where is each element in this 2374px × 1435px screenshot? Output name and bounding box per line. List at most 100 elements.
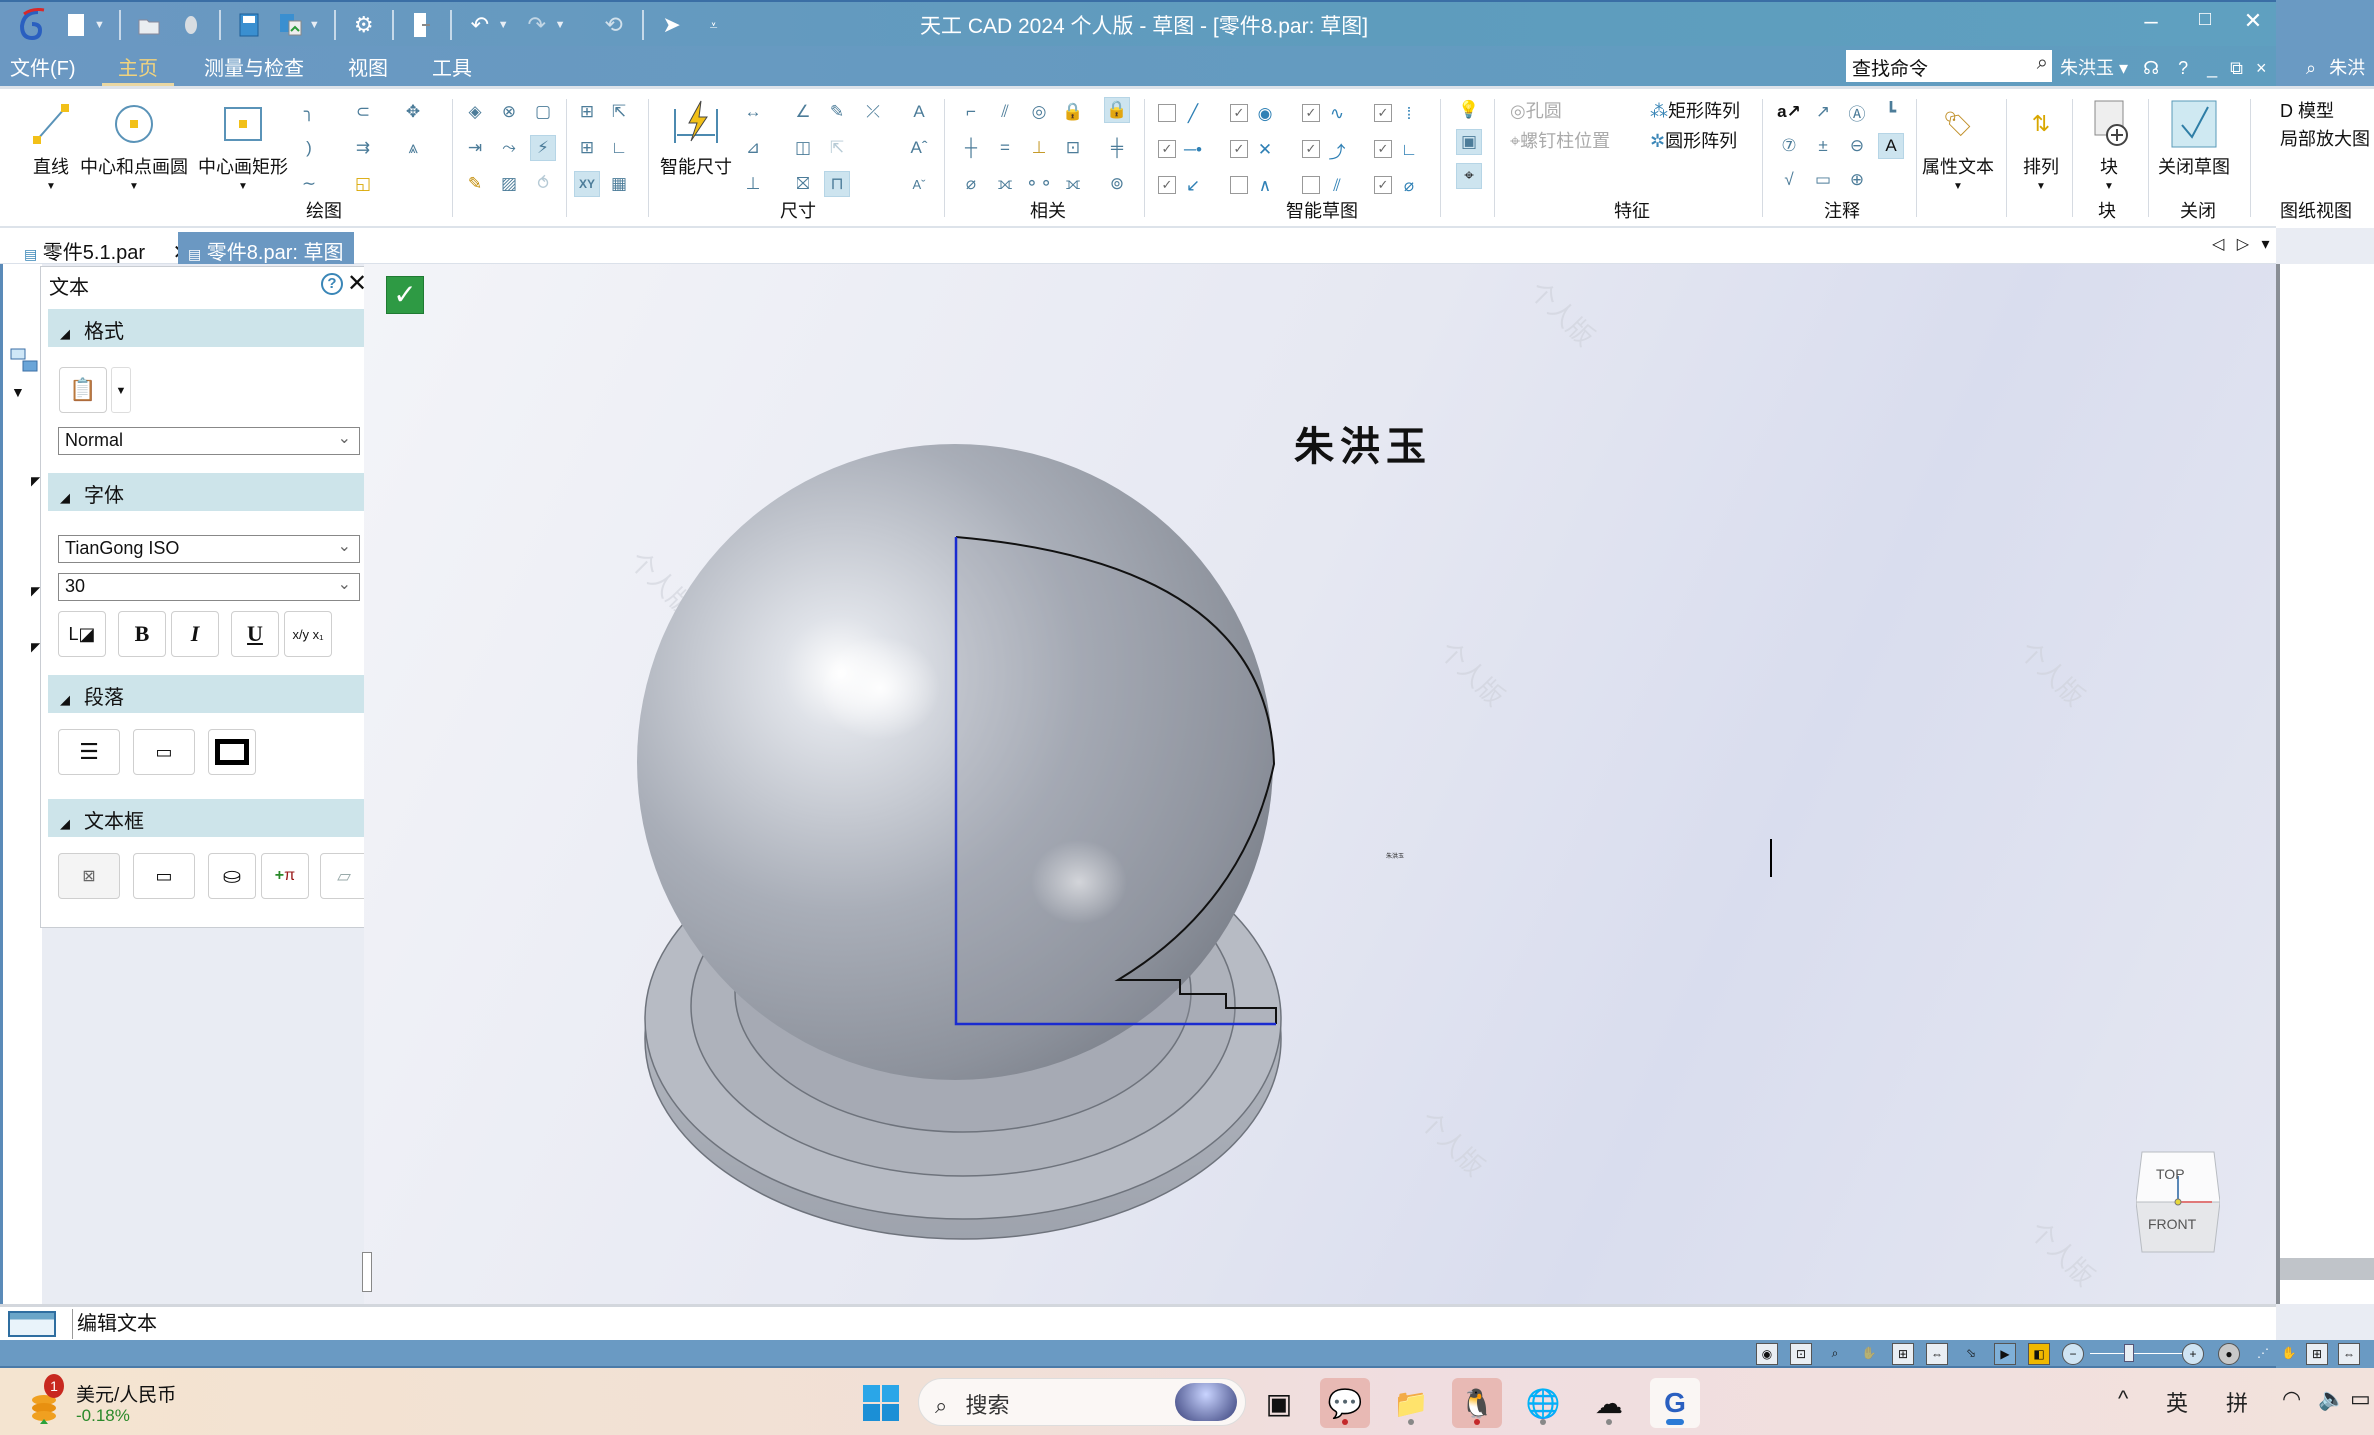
hole-circle-button[interactable]: ◎孔圆 <box>1510 97 1562 123</box>
smart-sketch-perpendicular-checkbox[interactable]: ✓ <box>1374 140 1392 158</box>
circle-dropdown[interactable]: ▼ <box>129 181 139 192</box>
smart-sketch-intersection-checkbox[interactable]: ✓ <box>1230 140 1248 158</box>
style-button[interactable]: 📋 <box>59 367 107 413</box>
volume-icon[interactable]: 🔈 <box>2318 1386 2345 1412</box>
rigid-set-icon[interactable]: ⊡ <box>1060 135 1086 161</box>
view-cube-front-label[interactable]: FRONT <box>2148 1216 2196 1232</box>
decrease-text-icon[interactable]: Aˇ <box>906 171 932 197</box>
fit-view-icon[interactable]: ⊞ <box>1892 1343 1914 1365</box>
split-icon[interactable]: ⤳ <box>496 135 522 161</box>
datum-icon[interactable]: Ⓐ <box>1844 99 1870 125</box>
input-method-button[interactable]: 拼 <box>2226 1386 2248 1418</box>
border-button[interactable] <box>208 729 256 775</box>
dimension-select-icon[interactable]: ⇱ <box>824 135 850 161</box>
tree-expand-icon[interactable]: ◤ <box>31 640 40 654</box>
redo-dropdown[interactable]: ▼ <box>555 19 566 31</box>
block-button[interactable]: 块 ▼ <box>2080 95 2138 192</box>
smart-dimension-button[interactable]: 智能尺寸 <box>660 95 732 179</box>
grid-cursor-icon[interactable]: ⊞ <box>574 135 600 161</box>
center-point-circle-button[interactable]: 中心和点画圆 ▼ <box>80 95 188 192</box>
pan-icon[interactable]: ✋ <box>1858 1343 1880 1365</box>
view-cube-top-label[interactable]: TOP <box>2156 1166 2185 1182</box>
input-language-button[interactable]: 英 <box>2166 1386 2188 1418</box>
battery-icon[interactable]: ▭ <box>2350 1386 2371 1412</box>
arrange-dropdown[interactable]: ▼ <box>2036 181 2046 192</box>
save-icon[interactable] <box>235 11 263 39</box>
smart-sketch-midpoint-checkbox[interactable]: ✓ <box>1374 104 1392 122</box>
font-size-select[interactable]: 30 ⌄ <box>58 573 360 601</box>
surface-texture-icon[interactable]: √ <box>1776 167 1802 193</box>
search-icon[interactable]: ⌕ <box>2306 58 2316 78</box>
text-box-icon[interactable]: A <box>1878 133 1904 159</box>
taskbar-app-wechat[interactable]: 💬 <box>1320 1378 1370 1428</box>
save-as-icon[interactable] <box>277 11 305 39</box>
point-select-icon[interactable]: ⇱ <box>606 99 632 125</box>
tree-expand-icon[interactable]: ◤ <box>31 584 40 598</box>
smart-sketch-apex-checkbox[interactable] <box>1230 176 1248 194</box>
style-dropdown[interactable]: ▼ <box>111 367 131 413</box>
dimension-group-icon[interactable]: ⊓ <box>824 171 850 197</box>
detail-view-button[interactable]: 局部放大图 <box>2280 125 2370 151</box>
view-options-icon[interactable]: ● <box>2218 1343 2240 1365</box>
pan-icon[interactable]: ✋ <box>2278 1343 2300 1365</box>
relation-handle-icon[interactable]: ╪ <box>1104 135 1130 161</box>
menu-view[interactable]: 视图 <box>348 52 388 81</box>
insert-symbol-button[interactable]: +π <box>261 853 309 899</box>
undo-dropdown[interactable]: ▼ <box>498 19 509 31</box>
open-file-icon[interactable] <box>135 11 163 39</box>
minimize-button[interactable]: – <box>2134 8 2168 36</box>
arc-icon[interactable]: ⊂ <box>350 99 376 125</box>
mirror-icon[interactable]: ⩓ <box>400 135 426 161</box>
close-button[interactable]: ✕ <box>2236 8 2270 34</box>
tree-expand-icon[interactable]: ◤ <box>31 474 40 488</box>
smart-sketch-endpoint-checkbox[interactable] <box>1158 104 1176 122</box>
view-cube[interactable]: TOP FRONT <box>2135 1148 2221 1258</box>
connector-icon[interactable]: ┗ <box>1878 99 1904 125</box>
textbox-frame-button[interactable]: ▭ <box>133 853 195 899</box>
angle-dimension-icon[interactable]: ∠ <box>790 99 816 125</box>
line-button[interactable]: 直线 ▼ <box>22 95 80 192</box>
layer-icon[interactable]: ◧ <box>2028 1343 2050 1365</box>
leader-icon[interactable]: ↗ <box>1810 99 1836 125</box>
fill-button[interactable]: ⛀ <box>208 853 256 899</box>
italic-button[interactable]: I <box>171 611 219 657</box>
symmetric-dimension-icon[interactable]: ◫ <box>790 135 816 161</box>
rectangular-pattern-button[interactable]: ⁂矩形阵列 <box>1650 97 1740 123</box>
section-paragraph[interactable]: ◢ 段落 <box>48 675 370 713</box>
line-dropdown[interactable]: ▼ <box>46 181 56 192</box>
recent-icon[interactable] <box>177 11 205 39</box>
center-rectangle-button[interactable]: 中心画矩形 ▼ <box>198 95 288 192</box>
zoom-area-icon[interactable]: ⊡ <box>1790 1343 1812 1365</box>
smart-sketch-tangent-checkbox[interactable]: ✓ <box>1302 140 1320 158</box>
taskbar-app-qq[interactable]: 🐧 <box>1452 1378 1502 1428</box>
menu-file[interactable]: 文件(F) <box>10 52 76 81</box>
bullet-list-button[interactable]: ☰ <box>58 729 120 775</box>
angle-chain-icon[interactable]: ⛝ <box>790 171 816 197</box>
tab-next-button[interactable]: ▷ <box>2237 236 2249 253</box>
taskbar-app-tiangong-cad[interactable]: G <box>1650 1378 1700 1428</box>
panel-scrollbar[interactable] <box>362 1252 372 1292</box>
save-dropdown[interactable]: ▼ <box>309 19 320 31</box>
tray-overflow-button[interactable]: ^ <box>2118 1386 2128 1412</box>
wrap-icon[interactable]: ⥀ <box>530 171 556 197</box>
balloon-icon[interactable]: ⑦ <box>1776 133 1802 159</box>
grid-select-icon[interactable]: ⊞ <box>574 99 600 125</box>
taskbar-search[interactable]: ⌕ 搜索 <box>918 1378 1246 1426</box>
fit-width-icon[interactable]: ⇔ <box>1926 1343 1948 1365</box>
zoom-slider-thumb[interactable] <box>2124 1344 2134 1362</box>
extend-icon[interactable]: ⇥ <box>462 135 488 161</box>
concentric-icon[interactable]: ◎ <box>1026 99 1052 125</box>
chain-dimension-icon[interactable]: ⊥ <box>740 171 766 197</box>
section-font[interactable]: ◢ 字体 <box>48 473 370 511</box>
repeat-icon[interactable]: ⟲ <box>600 11 628 39</box>
currency-widget[interactable]: 1 <box>28 1374 68 1428</box>
screw-boss-button[interactable]: ⌖螺钉柱位置 <box>1510 127 1610 153</box>
exit-icon[interactable] <box>408 11 436 39</box>
arrange-button[interactable]: ⇅ 排列 ▼ <box>2012 95 2070 192</box>
xy-coordinate-icon[interactable]: XY <box>574 171 600 197</box>
search-icon[interactable]: ⌕ <box>2037 52 2048 75</box>
section-textbox[interactable]: ◢ 文本框 <box>48 799 370 837</box>
angle-point-icon[interactable]: ∟ <box>606 135 632 161</box>
rectangle-dropdown[interactable]: ▼ <box>238 181 248 192</box>
doc-restore-button[interactable]: ⧉ <box>2230 58 2243 78</box>
